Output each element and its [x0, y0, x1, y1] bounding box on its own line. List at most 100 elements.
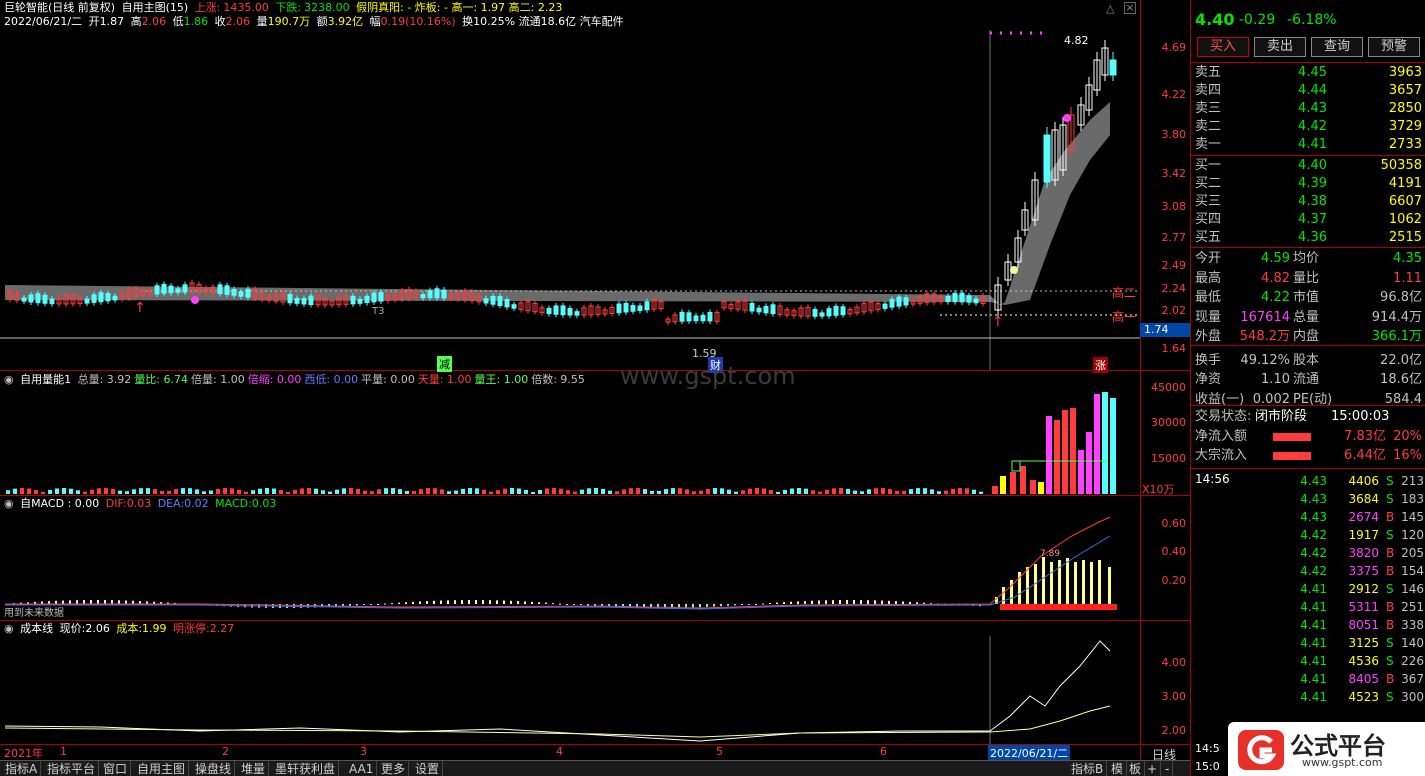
volume-axis-label: 45000 [1151, 381, 1186, 394]
volume-bar [615, 491, 619, 494]
tab-right-2[interactable]: 模 [1108, 761, 1128, 776]
volume-bar [139, 488, 143, 494]
macd-bar [412, 601, 414, 604]
order-volume: 3657 [1388, 83, 1422, 98]
volume-bar [916, 488, 920, 494]
volume-bar [678, 488, 682, 494]
tab-right-5[interactable]: - [1162, 761, 1174, 776]
cursor-date: 2022/06/21/二 [988, 745, 1071, 761]
candle [945, 295, 951, 303]
tab-3[interactable]: 窗口 [100, 761, 132, 776]
volume-bar [923, 488, 927, 494]
macd-bar [902, 601, 904, 604]
order-level: 卖四 [1195, 83, 1222, 98]
collapse-icon[interactable]: △ [1106, 2, 1114, 15]
price-axis-label: 4.22 [1161, 88, 1187, 101]
down-label: 下跌: [275, 1, 302, 14]
tab-5[interactable]: 操盘线 [192, 761, 236, 776]
stat-value: 4.22 [1261, 290, 1290, 305]
volume-bar [265, 488, 269, 494]
dea-line [5, 535, 1111, 610]
macd-bar [1082, 560, 1085, 604]
volume-bar [1010, 472, 1016, 494]
candle [28, 294, 34, 303]
quote-button-1[interactable]: 买入 [1197, 37, 1249, 57]
dif-value: 0.03 [126, 497, 152, 510]
macd-bar [832, 600, 834, 604]
candle [973, 298, 979, 304]
macd-bar [769, 603, 771, 605]
tab-6[interactable]: 堆量 [238, 761, 270, 776]
cost-panel-title[interactable]: 成本线 [20, 622, 53, 635]
cost-value: 1.99 [142, 622, 167, 635]
volume-bar [545, 488, 549, 494]
volume-bar [244, 491, 248, 494]
candle [637, 305, 643, 311]
volume-bar [972, 489, 976, 494]
volume-bar [650, 490, 654, 494]
tab-2[interactable]: 指标平台 [44, 761, 100, 776]
volume-bar [790, 488, 794, 494]
candle [84, 298, 90, 304]
high-value: 2.06 [141, 15, 167, 28]
macd-bar [797, 601, 799, 604]
tab-8[interactable]: AA1 [346, 761, 378, 776]
close-icon[interactable]: × [1124, 2, 1136, 14]
high1-tag: 高一 [1112, 310, 1137, 324]
quote-button-4[interactable]: 预警 [1368, 37, 1420, 57]
tab-10[interactable]: 设置 [412, 761, 444, 776]
candle [826, 308, 832, 317]
candle [959, 292, 965, 303]
volume-bar [251, 490, 255, 494]
order-level: 买二 [1195, 176, 1222, 191]
macd-bar [552, 603, 554, 605]
indicator-name[interactable]: 自用主图(15) [122, 1, 189, 14]
tab-right-3[interactable]: 板 [1126, 761, 1146, 776]
volume-bar [482, 489, 486, 494]
macd-bar [531, 601, 533, 604]
tab-7[interactable]: 墨轩获利盘 [272, 761, 340, 776]
macd-value: 0.03 [251, 497, 277, 510]
macd-bar [433, 600, 435, 604]
candle [49, 298, 55, 305]
close-value: 2.06 [225, 15, 251, 28]
volume-bar [27, 488, 31, 494]
tab-1[interactable]: 指标A [2, 761, 42, 776]
quote-button-2[interactable]: 卖出 [1254, 37, 1306, 57]
tab-right-4[interactable]: + [1144, 761, 1162, 776]
stat-value: 1.11 [1393, 270, 1422, 286]
macd-bar [713, 604, 715, 607]
reduce-marker: 减 [437, 356, 452, 372]
volume-bar [608, 490, 612, 494]
volume-bar [377, 489, 381, 494]
chart-area[interactable]: 巨轮智能(日线 前复权) 自用主图(15) 上涨: 1435.00 下跌: 3238… [0, 0, 1190, 776]
volume-bar [573, 491, 577, 494]
volume-panel-header: ◉ 自用量能1 总量: 3.92 量比: 6.74 倍量: 1.00 倍缩: 0.00… [4, 373, 591, 387]
tick-row: 4.41 8051 B 338 [1300, 618, 1424, 632]
tab-4[interactable]: 自用主图 [134, 761, 190, 776]
tick-row: 4.41 3125 S 140 [1300, 636, 1424, 650]
tab-9[interactable]: 更多 [378, 761, 410, 776]
candle [623, 302, 629, 313]
macd-panel-title[interactable]: 自MACD [20, 497, 64, 510]
collapse-icon[interactable]: ◉ [4, 622, 14, 635]
volume-bar [454, 490, 458, 494]
price-chart[interactable]: ↑ ↑ [0, 30, 1140, 370]
volume-bar [272, 488, 276, 494]
volume-bar [48, 489, 52, 494]
collapse-icon[interactable]: ◉ [4, 497, 14, 510]
current-price-tag: 1.74 [1140, 323, 1190, 337]
price-axis-label: 4.69 [1161, 41, 1187, 54]
candle [616, 303, 622, 314]
cost-panel-header: ◉ 成本线 现价:2.06 成本:1.99 明涨停:2.27 [4, 622, 235, 635]
cost-axis-label: 2.00 [1161, 724, 1187, 737]
volume-panel-title[interactable]: 自用量能1 [20, 373, 71, 386]
order-level: 买三 [1195, 194, 1222, 209]
collapse-icon[interactable]: ◉ [4, 373, 14, 386]
indicator-tabs: 指标A 指标平台 窗口 自用主图 操盘线 堆量 墨轩获利盘 AA1 更多 设置 指标B 模板 + - [0, 760, 1190, 776]
volume-bar [713, 488, 717, 494]
quote-button-3[interactable]: 查询 [1311, 37, 1363, 57]
tick-row: 4.42 3820 B 205 [1300, 546, 1424, 560]
tab-right-1[interactable]: 指标B [1068, 761, 1108, 776]
candle [294, 297, 300, 304]
